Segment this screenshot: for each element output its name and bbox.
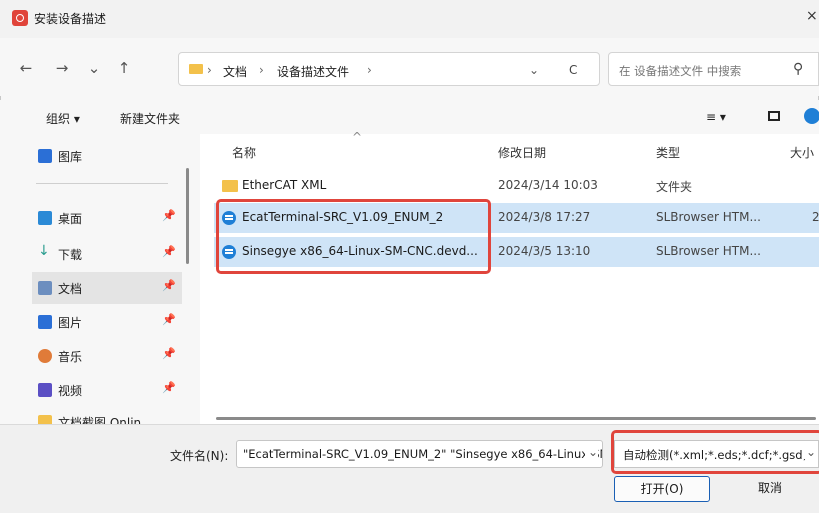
app-icon <box>12 10 28 26</box>
file-date: 2024/3/5 13:10 <box>498 244 591 258</box>
help-icon[interactable] <box>804 108 819 124</box>
sidebar-item-videos[interactable]: 视频 📌 <box>32 374 182 406</box>
new-folder-button[interactable]: 新建文件夹 <box>120 110 180 127</box>
file-type: 文件夹 <box>656 180 693 194</box>
filename-label: 文件名(N): <box>170 449 229 463</box>
pin-icon[interactable]: 📌 <box>162 313 176 326</box>
filter-highlight <box>611 430 819 474</box>
sidebar-divider <box>36 183 168 184</box>
file-size: 2 <box>812 210 819 224</box>
sidebar-item-label: 桌面 <box>58 212 83 226</box>
pin-icon[interactable]: 📌 <box>162 279 176 292</box>
file-date: 2024/3/8 17:27 <box>498 210 591 224</box>
file-type: SLBrowser HTM... <box>656 244 761 258</box>
search-placeholder: 在 设备描述文件 中搜索 <box>619 64 742 78</box>
forward-arrow-icon[interactable]: → <box>52 58 72 78</box>
address-dropdown-icon[interactable]: ⌄ <box>529 63 539 77</box>
sidebar-item-label: 视频 <box>58 384 83 398</box>
column-header-name[interactable]: 名称 <box>232 144 256 161</box>
column-header-date[interactable]: 修改日期 <box>498 144 546 161</box>
recent-locations-chevron-icon[interactable]: ⌄ <box>84 58 104 78</box>
sidebar-item-documents[interactable]: 文档 📌 <box>32 272 182 304</box>
pictures-icon <box>38 315 52 329</box>
folder-icon <box>38 415 52 424</box>
close-icon[interactable]: × <box>806 8 818 24</box>
breadcrumb-documents[interactable]: 文档 <box>223 63 247 80</box>
organize-menu[interactable]: 组织 ▾ <box>46 110 80 127</box>
sidebar-item-pictures[interactable]: 图片 📌 <box>32 306 182 338</box>
file-row-ethercat-xml[interactable]: EtherCAT XML 2024/3/14 10:03 文件夹 <box>214 171 819 201</box>
preview-pane-icon[interactable] <box>768 111 780 121</box>
file-name: EtherCAT XML <box>242 178 327 192</box>
sidebar-item-gallery[interactable]: 图库 <box>32 140 182 172</box>
search-box[interactable]: 在 设备描述文件 中搜索 ⚲ <box>608 52 819 86</box>
sidebar-item-screenshots-online[interactable]: 文档截图 Onlin <box>32 406 182 424</box>
sidebar-item-music[interactable]: 音乐 📌 <box>32 340 182 372</box>
filename-input[interactable]: "EcatTerminal-SRC_V1.09_ENUM_2" "Sinsegy… <box>236 440 603 468</box>
sidebar-scrollbar[interactable] <box>186 168 189 264</box>
documents-icon <box>38 281 52 295</box>
refresh-icon[interactable]: C <box>569 63 577 77</box>
view-options-button[interactable]: ≡ ▾ <box>706 110 726 124</box>
folder-icon <box>189 64 203 74</box>
cancel-button[interactable]: 取消 <box>722 476 818 502</box>
chevron-down-icon[interactable]: ⌄ <box>584 445 598 459</box>
breadcrumb-separator-icon: › <box>367 63 372 77</box>
breadcrumb-separator-icon: › <box>207 63 212 77</box>
address-bar[interactable]: › 文档 › 设备描述文件 › ⌄ C <box>178 52 600 86</box>
sidebar-item-label: 文档 <box>58 282 83 296</box>
folder-icon <box>222 180 238 192</box>
breadcrumb-separator-icon: › <box>259 63 264 77</box>
sidebar-item-desktop[interactable]: 桌面 📌 <box>32 202 182 234</box>
title-bar <box>0 0 819 38</box>
up-arrow-icon[interactable]: ↑ <box>114 58 134 78</box>
file-date: 2024/3/14 10:03 <box>498 178 598 192</box>
videos-icon <box>38 383 52 397</box>
gallery-icon <box>38 149 52 163</box>
pin-icon[interactable]: 📌 <box>162 245 176 258</box>
breadcrumb-device-description-files[interactable]: 设备描述文件 <box>277 63 349 80</box>
back-arrow-icon[interactable]: ← <box>16 58 36 78</box>
pin-icon[interactable]: 📌 <box>162 209 176 222</box>
pin-icon[interactable]: 📌 <box>162 347 176 360</box>
sidebar-item-downloads[interactable]: ↓ 下载 📌 <box>32 238 182 270</box>
filename-value: "EcatTerminal-SRC_V1.09_ENUM_2" "Sinsegy… <box>243 447 602 461</box>
pin-icon[interactable]: 📌 <box>162 381 176 394</box>
sidebar-item-label: 图片 <box>58 316 83 330</box>
sidebar-item-label: 音乐 <box>58 350 83 364</box>
music-icon <box>38 349 52 363</box>
horizontal-scrollbar[interactable] <box>216 417 816 420</box>
window-title: 安装设备描述 <box>34 12 107 26</box>
column-header-size[interactable]: 大小 <box>790 144 814 161</box>
sidebar-item-label: 下载 <box>58 248 83 262</box>
download-arrow-icon: ↓ <box>38 243 50 259</box>
file-type: SLBrowser HTM... <box>656 210 761 224</box>
sidebar-item-label: 图库 <box>58 150 83 164</box>
desktop-icon <box>38 211 52 225</box>
search-icon[interactable]: ⚲ <box>793 61 803 77</box>
sidebar-item-label: 文档截图 Onlin <box>58 416 142 424</box>
open-button[interactable]: 打开(O) <box>614 476 710 502</box>
selected-files-highlight <box>216 199 491 274</box>
sort-ascending-icon: ^ <box>352 130 363 144</box>
column-header-type[interactable]: 类型 <box>656 144 680 161</box>
